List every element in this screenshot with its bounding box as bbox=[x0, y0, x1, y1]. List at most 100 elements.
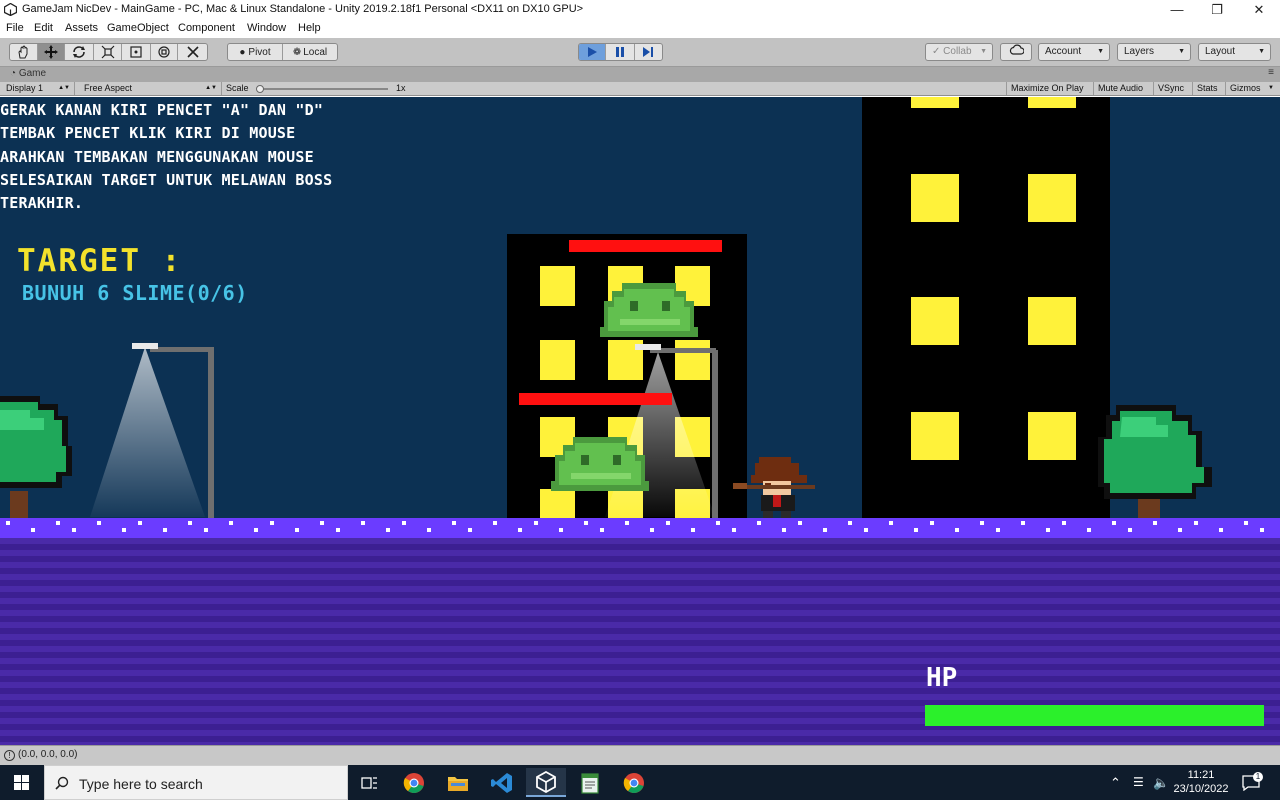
tab-game-label: Game bbox=[18, 68, 47, 79]
enemy-health-bar bbox=[519, 393, 672, 405]
notification-button[interactable]: 1 bbox=[1242, 765, 1264, 800]
info-icon: ! bbox=[4, 750, 15, 761]
window-title: GameJam NicDev - MainGame - PC, Mac & Li… bbox=[22, 3, 584, 15]
menu-bar: File Edit Assets GameObject Component Wi… bbox=[0, 20, 1280, 38]
scale-slider[interactable] bbox=[258, 88, 388, 90]
display-label: Display 1 bbox=[6, 83, 44, 93]
close-button[interactable]: ✕ bbox=[1238, 0, 1280, 20]
taskbar-search[interactable]: Type here to search bbox=[44, 765, 348, 800]
ground-dot bbox=[584, 521, 588, 525]
game-view-controls: Display 1 ▲▼ Free Aspect ▲▼ Scale 1x Maxim… bbox=[0, 82, 1280, 96]
layers-dropdown[interactable]: Layers ▼ bbox=[1117, 43, 1191, 61]
collab-dropdown[interactable]: ✓ Collab ▼ bbox=[925, 43, 993, 61]
gizmos-dropdown[interactable]: Gizmos ▼ bbox=[1226, 82, 1278, 95]
chevron-down-icon: ▼ bbox=[1268, 85, 1274, 91]
mute-audio-toggle[interactable]: Mute Audio bbox=[1094, 82, 1154, 95]
tab-menu-icon[interactable]: ≡ bbox=[1268, 67, 1274, 78]
menu-edit[interactable]: Edit bbox=[34, 22, 53, 34]
pause-button[interactable] bbox=[606, 44, 635, 60]
minimize-icon: — bbox=[1170, 2, 1184, 17]
chevron-updown-icon: ▲▼ bbox=[205, 85, 217, 91]
taskbar-unity[interactable] bbox=[526, 768, 566, 797]
scale-tool-button[interactable] bbox=[94, 44, 122, 60]
start-button[interactable] bbox=[0, 765, 44, 800]
game-view[interactable]: GERAK KANAN KIRI PENCET "A" DAN "D" TEMB… bbox=[0, 97, 1280, 745]
menu-window[interactable]: Window bbox=[247, 22, 286, 34]
ground-surface bbox=[0, 518, 1280, 538]
taskbar-notepad[interactable] bbox=[570, 768, 610, 797]
status-bar: ! (0.0, 0.0, 0.0) bbox=[0, 745, 1280, 765]
console-status-text[interactable]: (0.0, 0.0, 0.0) bbox=[18, 749, 77, 760]
rect-tool-icon bbox=[130, 46, 142, 58]
windows-logo-icon bbox=[14, 775, 29, 790]
ground-dot bbox=[270, 521, 274, 525]
scale-slider-knob[interactable] bbox=[256, 85, 264, 93]
minimize-button[interactable]: — bbox=[1156, 0, 1198, 20]
taskbar-file-explorer[interactable] bbox=[438, 768, 478, 797]
player-character bbox=[733, 457, 815, 519]
tray-overflow-icon[interactable]: ⌃ bbox=[1110, 765, 1121, 800]
wifi-icon[interactable]: ☰ bbox=[1133, 765, 1144, 800]
task-view-button[interactable] bbox=[350, 768, 390, 797]
layout-dropdown[interactable]: Layout ▼ bbox=[1198, 43, 1271, 61]
notepad-icon bbox=[581, 772, 599, 794]
transform-tool-button[interactable] bbox=[151, 44, 179, 60]
pivot-button[interactable]: ● Pivot bbox=[228, 44, 283, 60]
ground-dot bbox=[493, 521, 497, 525]
aspect-dropdown[interactable]: Free Aspect ▲▼ bbox=[80, 82, 222, 95]
ground-dot bbox=[518, 528, 522, 532]
street-lamp-left bbox=[90, 343, 214, 524]
taskbar-chrome[interactable] bbox=[394, 768, 434, 797]
menu-help[interactable]: Help bbox=[298, 22, 321, 34]
rotate-tool-button[interactable] bbox=[65, 44, 95, 60]
menu-component[interactable]: Component bbox=[178, 22, 235, 34]
local-button[interactable]: ❁ Local bbox=[283, 44, 337, 60]
menu-assets[interactable]: Assets bbox=[65, 22, 98, 34]
ground-dot bbox=[1153, 521, 1157, 525]
ground-dot bbox=[1219, 528, 1223, 532]
scale-label: Scale bbox=[226, 83, 249, 93]
menu-file[interactable]: File bbox=[6, 22, 24, 34]
ground-dot bbox=[1178, 528, 1182, 532]
search-icon bbox=[55, 776, 69, 790]
display-dropdown[interactable]: Display 1 ▲▼ bbox=[2, 82, 75, 95]
custom-tool-button[interactable] bbox=[178, 44, 207, 60]
menu-gameobject[interactable]: GameObject bbox=[107, 22, 169, 34]
instruction-line: TERAKHIR. bbox=[0, 194, 84, 213]
building-window bbox=[1028, 97, 1076, 108]
cloud-button[interactable] bbox=[1000, 43, 1032, 61]
instruction-line: ARAHKAN TEMBAKAN MENGGUNAKAN MOUSE bbox=[0, 147, 314, 166]
taskbar-visual-studio[interactable] bbox=[482, 768, 522, 797]
rect-tool-button[interactable] bbox=[122, 44, 151, 60]
taskbar-chrome-2[interactable] bbox=[614, 768, 654, 797]
stats-toggle[interactable]: Stats bbox=[1193, 82, 1226, 95]
clock-time: 11:21 bbox=[1187, 769, 1215, 781]
slime-enemy[interactable] bbox=[551, 433, 649, 495]
slime-enemy[interactable] bbox=[600, 279, 698, 341]
step-icon bbox=[643, 47, 654, 57]
vsync-toggle[interactable]: VSync bbox=[1154, 82, 1193, 95]
maximize-on-play-toggle[interactable]: Maximize On Play bbox=[1006, 82, 1094, 95]
step-button[interactable] bbox=[635, 44, 662, 60]
ground-dot bbox=[1244, 521, 1248, 525]
transform-tool-icon bbox=[158, 46, 170, 58]
account-dropdown[interactable]: Account ▼ bbox=[1038, 43, 1110, 61]
game-tab-bar: ◔ Game ≡ bbox=[0, 67, 1280, 82]
play-button[interactable] bbox=[579, 44, 607, 60]
hand-tool-button[interactable] bbox=[10, 44, 38, 60]
building-window bbox=[1028, 412, 1076, 460]
gizmos-label: Gizmos bbox=[1230, 83, 1261, 93]
taskbar-clock[interactable]: 11:21 23/10/2022 bbox=[1166, 768, 1236, 796]
pivot-icon: ● bbox=[239, 46, 246, 58]
move-tool-button[interactable] bbox=[37, 44, 66, 60]
game-tab-icon: ◔ bbox=[10, 68, 17, 79]
custom-tool-icon bbox=[187, 46, 199, 58]
ground-dot bbox=[823, 528, 827, 532]
ground-dot bbox=[295, 528, 299, 532]
tab-game[interactable]: ◔ Game bbox=[10, 68, 46, 79]
enemy-health-bar bbox=[569, 240, 722, 252]
unity-icon bbox=[536, 770, 556, 793]
task-view-icon bbox=[361, 776, 377, 789]
restore-button[interactable]: ❐ bbox=[1196, 0, 1238, 20]
local-label: Local bbox=[303, 46, 328, 58]
